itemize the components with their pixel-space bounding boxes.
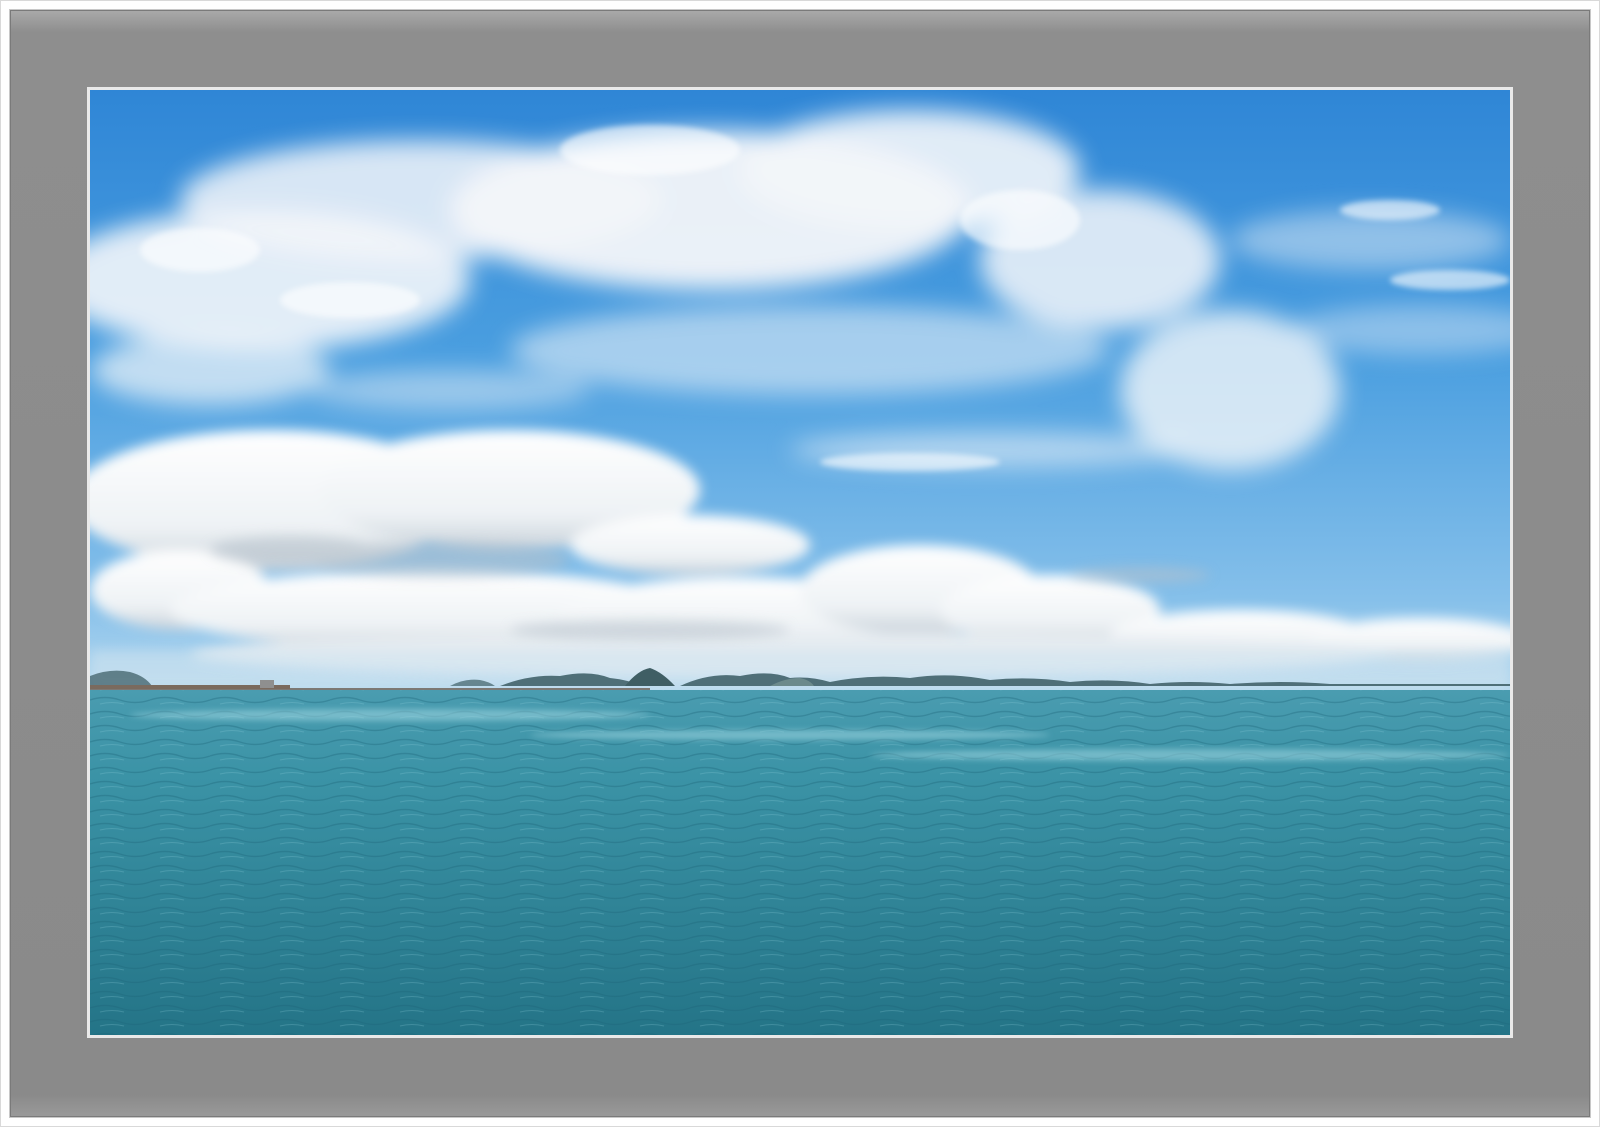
- seascape-photo: [90, 90, 1510, 1035]
- sea-waves: [90, 690, 1510, 1035]
